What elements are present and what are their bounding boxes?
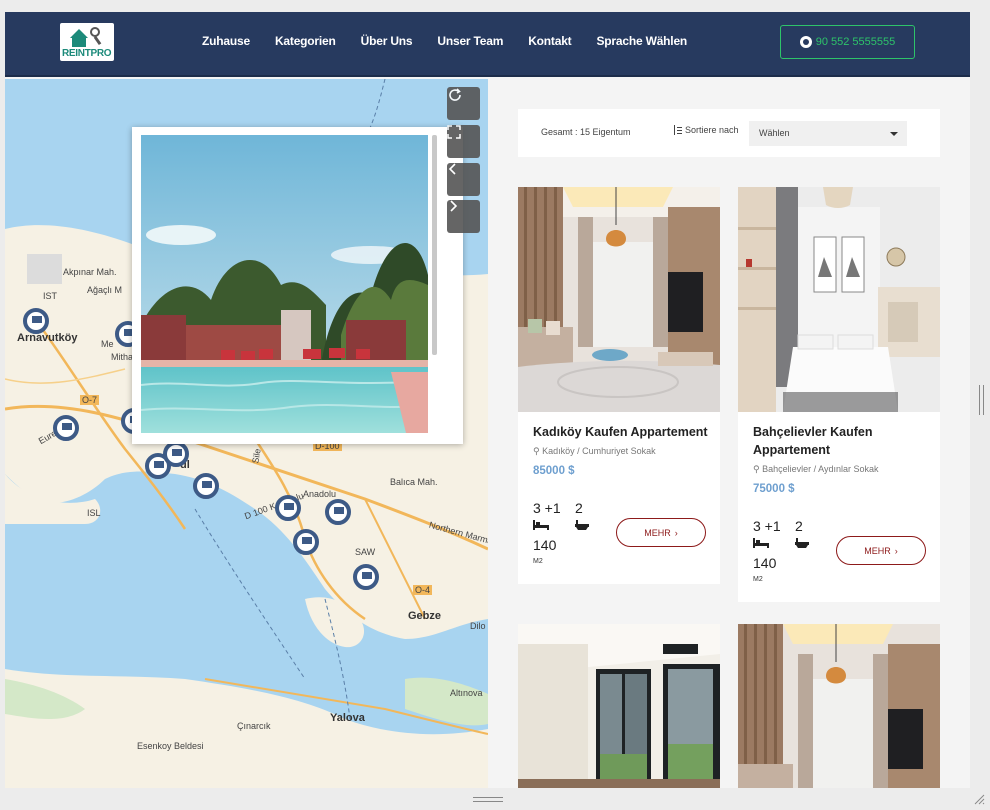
logo-text: REINTPRO: [62, 48, 112, 59]
map-label: O-7: [80, 395, 100, 405]
living-room-image: [518, 187, 720, 412]
rooms-count: 3 +1: [753, 518, 781, 534]
interior-image: [518, 624, 720, 788]
map-marker[interactable]: [293, 529, 319, 555]
property-card[interactable]: Kadıköy Kaufen Appartement ⚲ Kadıköy / C…: [518, 187, 720, 584]
next-icon[interactable]: [447, 200, 480, 233]
map-label: Dilo: [470, 621, 486, 631]
resize-handle-horizontal[interactable]: [473, 797, 503, 802]
property-title[interactable]: Bahçelievler Kaufen Appartement: [753, 423, 933, 459]
bath-icon: [795, 538, 809, 548]
map-marker[interactable]: [275, 495, 301, 521]
map-marker[interactable]: [163, 441, 189, 467]
navbar: REINTPRO Zuhause Kategorien Über Uns Uns…: [5, 12, 970, 77]
chevron-right-icon: ›: [674, 527, 678, 538]
map-marker[interactable]: [23, 308, 49, 334]
map-label: ISL: [87, 508, 101, 518]
property-image[interactable]: [738, 187, 940, 412]
nav-home[interactable]: Zuhause: [202, 34, 250, 48]
map-label: IST: [43, 291, 58, 301]
map-label: O-4: [413, 585, 433, 595]
property-address: ⚲ Bahçelievler / Aydınlar Sokak: [753, 464, 879, 474]
chevron-right-icon: ›: [894, 545, 898, 556]
map-view[interactable]: Akpınar Mah. Ağaçlı M IST Arnavutköy Me …: [5, 79, 488, 788]
rooms-count: 3 +1: [533, 500, 561, 516]
map-marker[interactable]: [53, 415, 79, 441]
site-logo[interactable]: REINTPRO: [60, 23, 114, 61]
sort-label: Sortiere nach: [673, 125, 739, 135]
listing-panel: Gesamt : 15 Eigentum Sortiere nach Wähle…: [488, 79, 970, 788]
nav-menu: Zuhause Kategorien Über Uns Unser Team K…: [202, 34, 712, 48]
map-label: Ağaçlı M: [87, 285, 123, 295]
property-card[interactable]: [518, 624, 720, 788]
map-label: Gebze: [408, 610, 442, 622]
area-unit: M2: [533, 558, 543, 565]
area-value: 140: [533, 537, 557, 553]
map-label: Çınarcık: [237, 721, 271, 731]
nav-about[interactable]: Über Uns: [361, 34, 413, 48]
property-image[interactable]: [738, 624, 940, 788]
living-room-image: [738, 624, 940, 788]
property-image[interactable]: [518, 187, 720, 412]
map-label: Arnavutköy: [17, 332, 78, 344]
map-label: Mitha: [111, 352, 134, 362]
baths-count: 2: [575, 500, 583, 516]
baths-count: 2: [795, 518, 803, 534]
sort-select[interactable]: Wählen: [749, 121, 907, 146]
map-label: Esenkoy Beldesi: [137, 741, 204, 751]
map-label: Me: [101, 339, 114, 349]
refresh-icon[interactable]: [447, 87, 480, 120]
phone-number: 90 552 5555555: [815, 36, 896, 48]
chevron-down-icon: [890, 132, 898, 136]
bedroom-image: [738, 187, 940, 412]
resize-corner-icon[interactable]: [973, 793, 985, 805]
map-popup[interactable]: [132, 127, 463, 444]
property-card[interactable]: [738, 624, 940, 788]
resize-handle-vertical[interactable]: [979, 385, 984, 415]
bath-icon: [575, 520, 589, 530]
property-image[interactable]: [518, 624, 720, 788]
whatsapp-icon: [799, 36, 812, 48]
nav-categories[interactable]: Kategorien: [275, 34, 336, 48]
nav-contact[interactable]: Kontakt: [528, 34, 571, 48]
pool-image: [141, 135, 428, 433]
listing-toolbar: Gesamt : 15 Eigentum Sortiere nach Wähle…: [518, 109, 940, 157]
whatsapp-phone-button[interactable]: 90 552 5555555: [780, 25, 915, 59]
map-label: Balıca Mah.: [390, 477, 438, 487]
property-address: ⚲ Kadıköy / Cumhuriyet Sokak: [533, 446, 656, 456]
map-label: Yalova: [330, 712, 365, 724]
bed-icon: [533, 520, 549, 530]
map-marker[interactable]: [325, 499, 351, 525]
map-label: SAW: [355, 547, 376, 557]
bed-icon: [753, 538, 769, 548]
property-title[interactable]: Kadıköy Kaufen Appartement: [533, 423, 713, 441]
more-button[interactable]: MEHR ›: [616, 518, 706, 547]
property-card[interactable]: Bahçelievler Kaufen Appartement ⚲ Bahçel…: [738, 187, 940, 602]
area-value: 140: [753, 555, 777, 571]
total-count: Gesamt : 15 Eigentum: [541, 127, 631, 137]
property-price: 85000 $: [533, 465, 575, 477]
browser-frame: REINTPRO Zuhause Kategorien Über Uns Uns…: [5, 12, 970, 788]
location-pin-icon: ⚲: [533, 446, 540, 456]
map-marker[interactable]: [193, 473, 219, 499]
map-marker[interactable]: [353, 564, 379, 590]
more-button[interactable]: MEHR ›: [836, 536, 926, 565]
popup-scrollbar[interactable]: [432, 135, 437, 355]
map-label: Anadolu: [303, 489, 337, 499]
location-pin-icon: ⚲: [753, 464, 760, 474]
nav-language[interactable]: Sprache Wählen: [596, 34, 687, 48]
fullscreen-icon[interactable]: [447, 125, 480, 158]
popup-photo[interactable]: [141, 135, 428, 433]
map-label: Akpınar Mah.: [63, 267, 117, 277]
prev-icon[interactable]: [447, 163, 480, 196]
area-unit: M2: [753, 576, 763, 583]
sort-icon: [673, 125, 682, 135]
property-price: 75000 $: [753, 483, 795, 495]
nav-team[interactable]: Unser Team: [437, 34, 503, 48]
map-label: Altınova: [450, 688, 483, 698]
